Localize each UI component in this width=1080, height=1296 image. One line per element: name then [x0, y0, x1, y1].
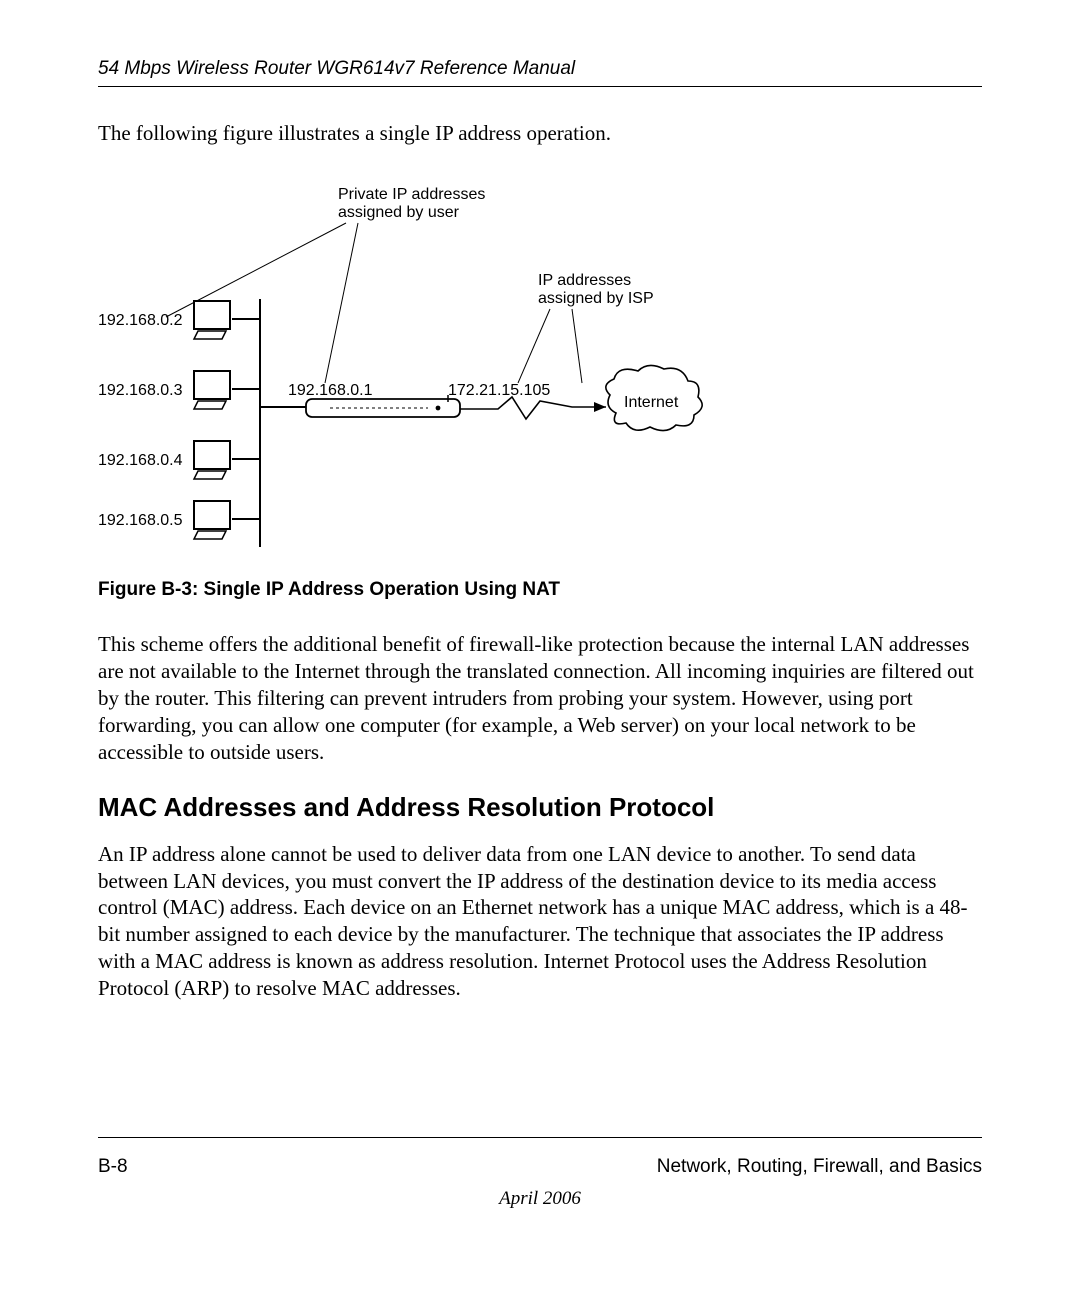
computer-icon: [194, 501, 230, 539]
running-header: 54 Mbps Wireless Router WGR614v7 Referen…: [98, 58, 982, 80]
firewall-paragraph: This scheme offers the additional benefi…: [98, 631, 982, 765]
internet-label: Internet: [624, 394, 679, 411]
computer-icon: [194, 301, 230, 339]
router-icon: [306, 395, 460, 417]
private-ip-label-l1: Private IP addresses: [338, 186, 485, 203]
computer-icon: [194, 371, 230, 409]
host-ip-3: 192.168.0.4: [98, 452, 183, 469]
host-ip-2: 192.168.0.3: [98, 382, 183, 399]
router-lan-ip: 192.168.0.1: [288, 382, 373, 399]
computer-icon: [194, 441, 230, 479]
footer: B-8 Network, Routing, Firewall, and Basi…: [98, 1156, 982, 1178]
internet-cloud-icon: Internet: [606, 366, 702, 431]
footer-rule: [98, 1137, 982, 1138]
section-heading-mac-arp: MAC Addresses and Address Resolution Pro…: [98, 792, 982, 823]
page-number: B-8: [98, 1156, 128, 1178]
footer-section: Network, Routing, Firewall, and Basics: [657, 1156, 982, 1178]
router-wan-ip: 172.21.15.105: [448, 382, 550, 399]
intro-text: The following figure illustrates a singl…: [98, 119, 982, 147]
host-ip-4: 192.168.0.5: [98, 512, 183, 529]
mac-arp-paragraph: An IP address alone cannot be used to de…: [98, 841, 982, 1002]
host-ip-1: 192.168.0.2: [98, 312, 183, 329]
private-ip-label-l2: assigned by user: [338, 204, 460, 221]
isp-ip-label-l1: IP addresses: [538, 272, 631, 289]
footer-date: April 2006: [0, 1188, 1080, 1210]
wan-link: [460, 397, 606, 419]
page: 54 Mbps Wireless Router WGR614v7 Referen…: [0, 0, 1080, 1296]
figure-b-3: Private IP addresses assigned by user IP…: [98, 167, 982, 567]
isp-ip-label-l2: assigned by ISP: [538, 290, 654, 307]
figure-caption: Figure B-3: Single IP Address Operation …: [98, 579, 982, 601]
header-rule: [98, 86, 982, 87]
